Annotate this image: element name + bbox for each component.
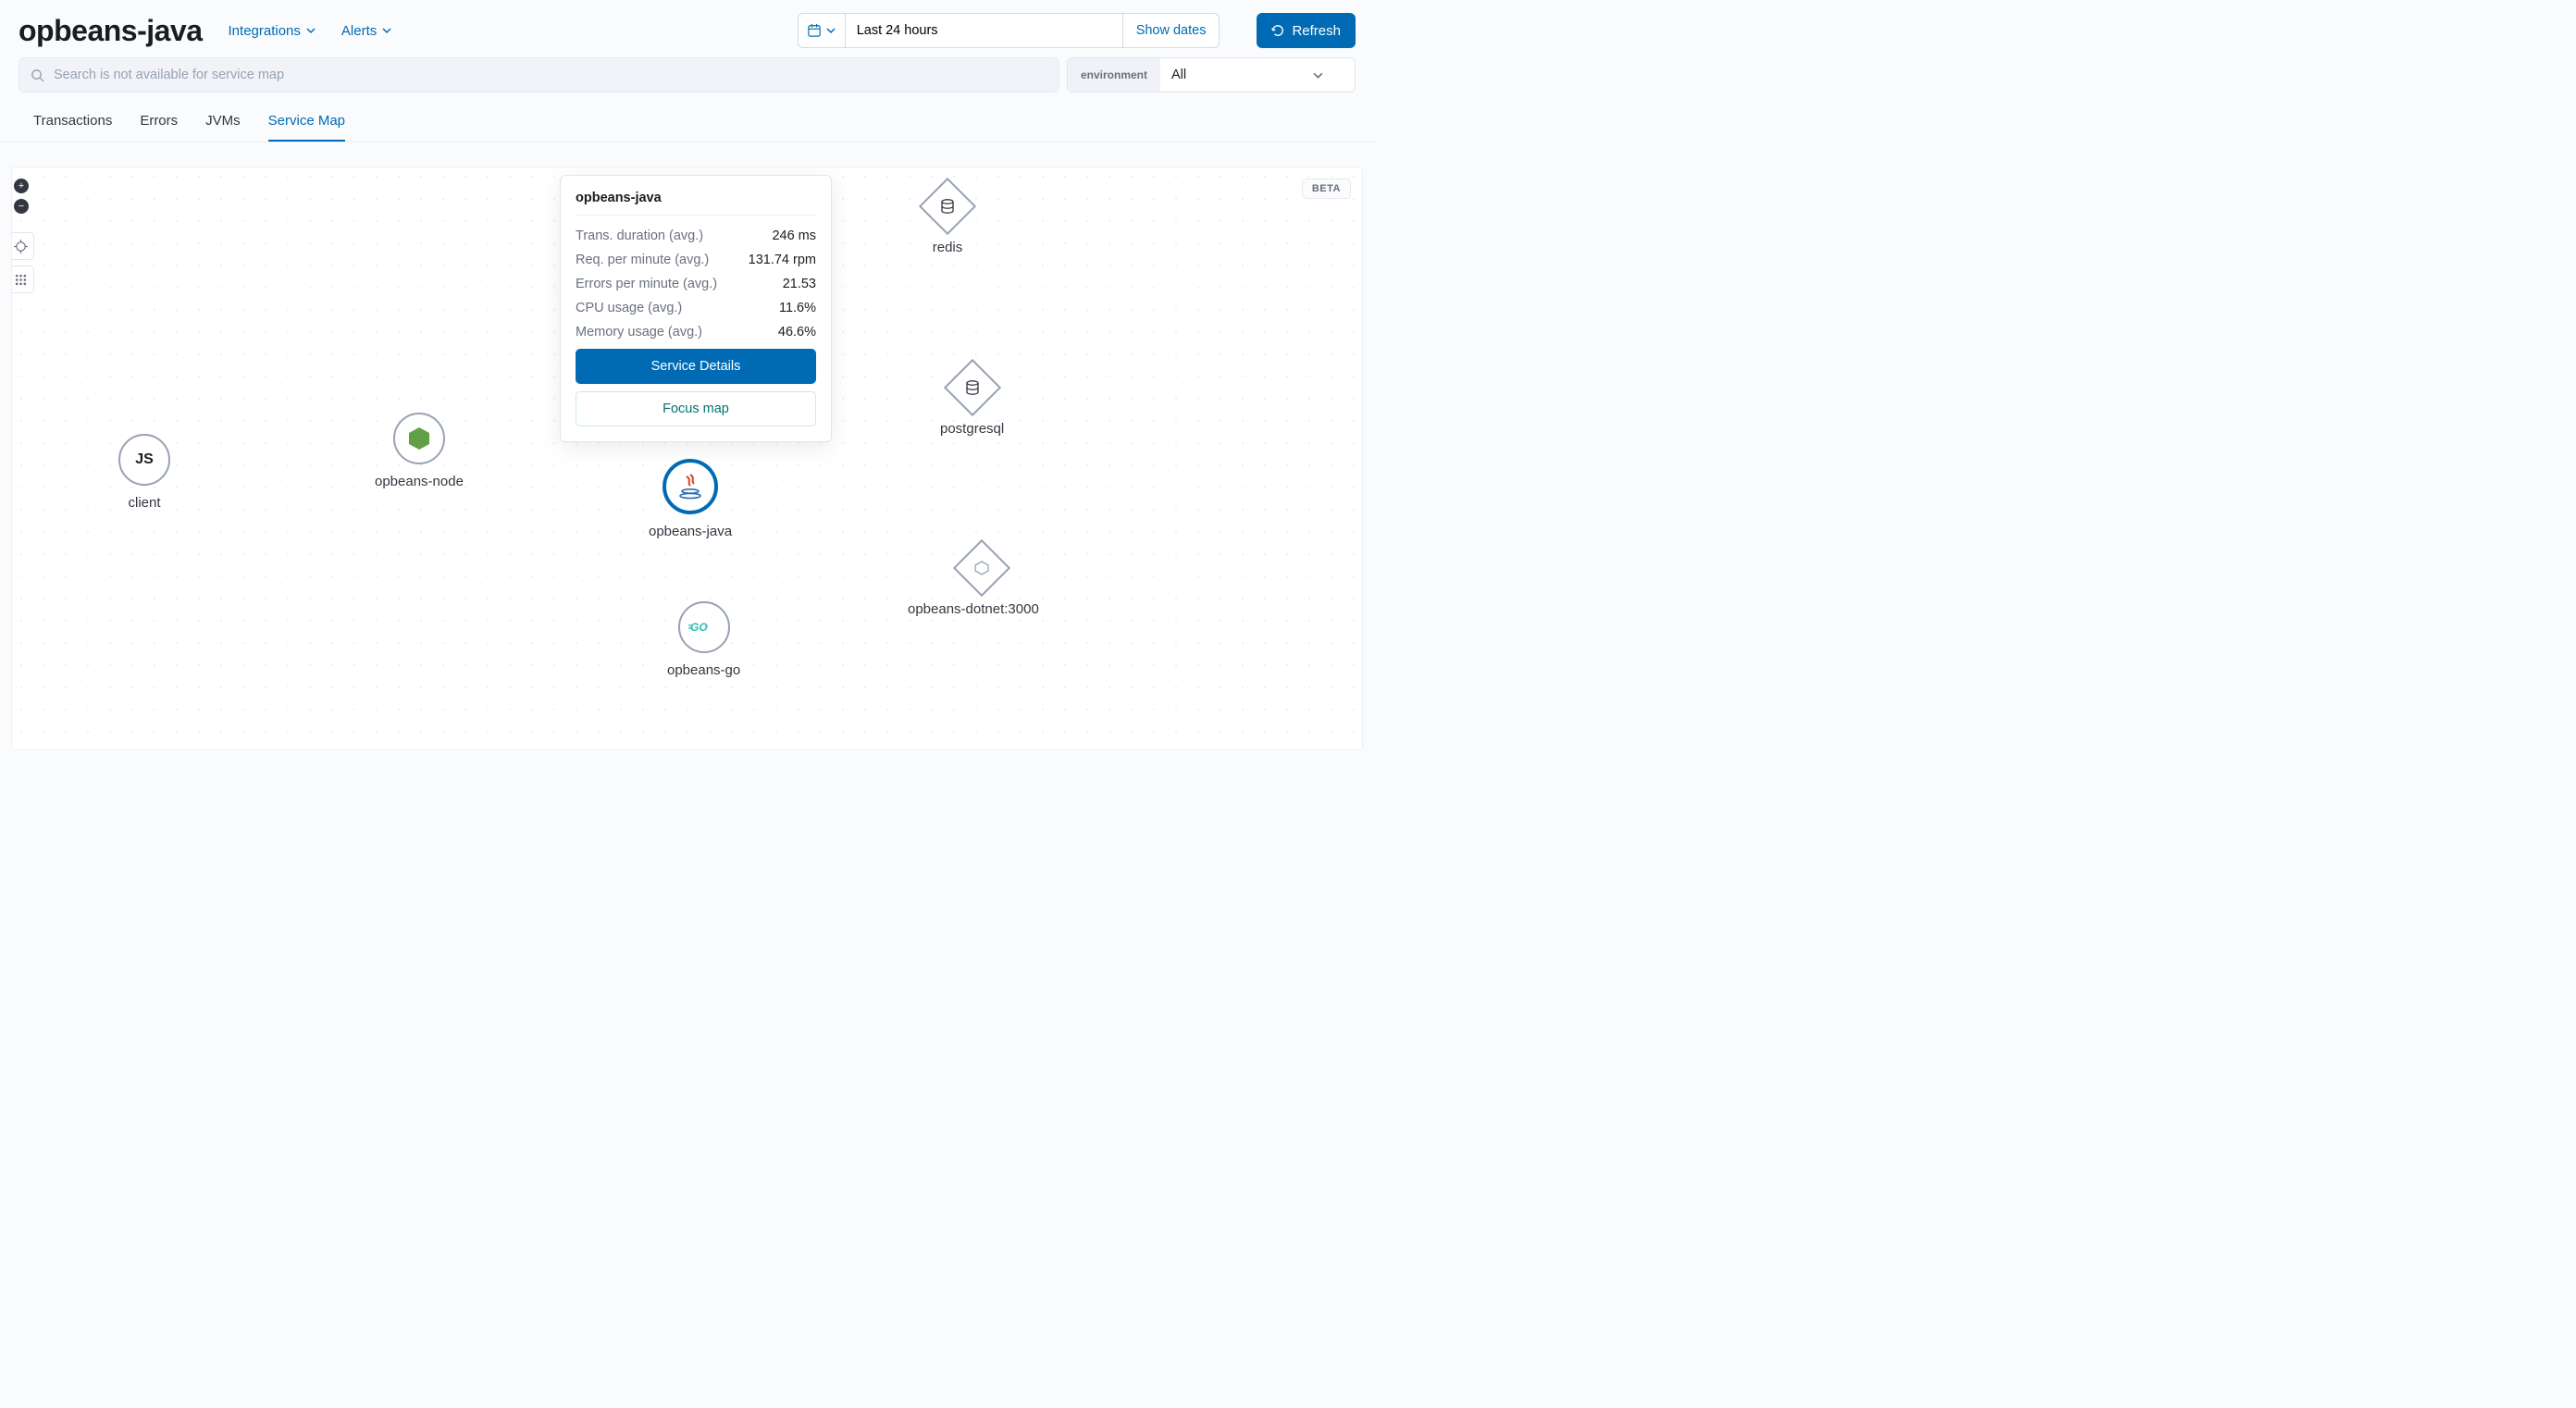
focus-map-button[interactable]: Focus map: [576, 391, 816, 426]
zoom-in-button[interactable]: +: [14, 179, 29, 193]
node-postgresql[interactable]: postgresql: [940, 362, 1004, 437]
svg-text:GO: GO: [690, 621, 708, 634]
grid-icon: [15, 274, 27, 286]
metric-row: Memory usage (avg.)46.6%: [576, 325, 816, 340]
tab-jvms[interactable]: JVMs: [205, 104, 241, 142]
metric-row: CPU usage (avg.)11.6%: [576, 301, 816, 315]
database-icon: [939, 198, 956, 215]
js-icon: JS: [135, 451, 154, 468]
environment-label: environment: [1068, 58, 1160, 92]
node-opbeans-java[interactable]: opbeans-java: [649, 459, 732, 539]
integrations-link[interactable]: Integrations: [229, 23, 316, 39]
service-details-button[interactable]: Service Details: [576, 349, 816, 384]
crosshair-icon: [14, 240, 28, 253]
daterange-input[interactable]: [846, 13, 1123, 48]
node-opbeans-dotnet[interactable]: opbeans-dotnet:3000: [908, 542, 1039, 617]
alerts-link[interactable]: Alerts: [341, 23, 391, 39]
search-icon: [31, 68, 44, 82]
chevron-down-icon: [306, 26, 316, 35]
search-input: Search is not available for service map: [19, 57, 1059, 93]
java-icon: [677, 473, 703, 500]
tab-transactions[interactable]: Transactions: [33, 104, 112, 142]
show-dates-button[interactable]: Show dates: [1123, 13, 1220, 48]
hexagon-icon: [974, 561, 989, 575]
tab-errors[interactable]: Errors: [140, 104, 178, 142]
node-redis[interactable]: redis: [927, 180, 968, 255]
database-icon: [964, 379, 981, 396]
calendar-icon: [808, 24, 821, 37]
metric-row: Req. per minute (avg.)131.74 rpm: [576, 253, 816, 267]
popover-title: opbeans-java: [576, 191, 816, 216]
service-map-edges: [12, 167, 290, 306]
nodejs-icon: [408, 426, 430, 451]
datepicker-quick-button[interactable]: [798, 13, 846, 48]
refresh-icon: [1271, 24, 1284, 37]
chevron-down-icon: [1313, 70, 1323, 80]
tab-service-map[interactable]: Service Map: [268, 104, 345, 142]
service-map-canvas[interactable]: + − BETA: [11, 167, 1363, 750]
beta-badge: BETA: [1302, 179, 1351, 199]
refresh-button[interactable]: Refresh: [1257, 13, 1356, 48]
environment-select[interactable]: All: [1160, 58, 1355, 92]
grid-button[interactable]: [11, 266, 34, 293]
go-icon: GO: [688, 620, 720, 635]
node-opbeans-node[interactable]: opbeans-node: [375, 413, 464, 489]
metric-row: Trans. duration (avg.)246 ms: [576, 228, 816, 243]
center-button[interactable]: [11, 232, 34, 260]
page-title: opbeans-java: [19, 14, 203, 48]
node-client[interactable]: JS client: [118, 434, 170, 511]
chevron-down-icon: [382, 26, 391, 35]
service-popover: opbeans-java Trans. duration (avg.)246 m…: [560, 175, 832, 442]
node-opbeans-go[interactable]: GO opbeans-go: [667, 601, 740, 678]
metric-row: Errors per minute (avg.)21.53: [576, 277, 816, 291]
chevron-down-icon: [826, 26, 836, 35]
zoom-out-button[interactable]: −: [14, 199, 29, 214]
